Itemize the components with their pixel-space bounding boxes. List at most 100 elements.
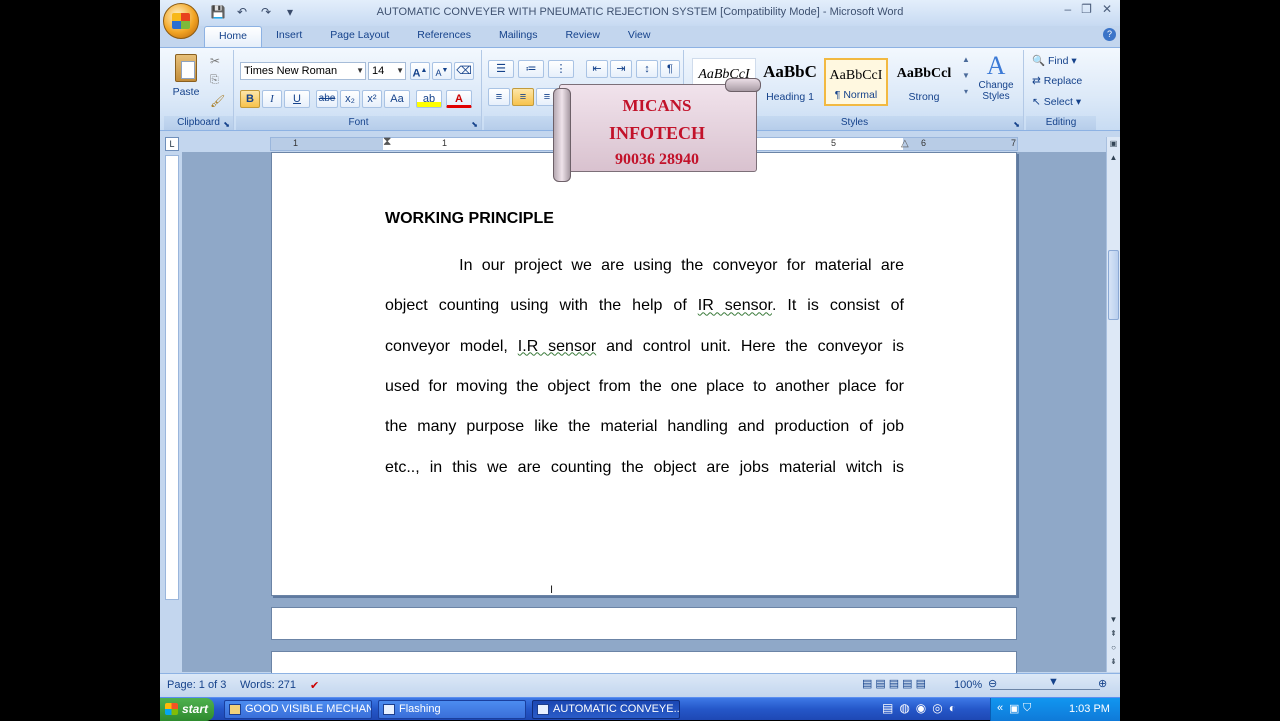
increase-indent-button[interactable]: ⇥ <box>610 60 632 78</box>
font-group-label: Font ⬊ <box>236 116 481 130</box>
font-name-combo[interactable]: Times New Roman ▼ <box>240 62 366 80</box>
page[interactable]: WORKING PRINCIPLE In our project we are … <box>271 152 1017 596</box>
taskbar-item[interactable]: GOOD VISIBLE MECHANI... <box>224 700 372 719</box>
tab-review[interactable]: Review <box>551 26 613 47</box>
strikethrough-button[interactable]: abe <box>316 90 338 108</box>
office-button[interactable] <box>163 3 199 39</box>
multilevel-list-button[interactable]: ⋮ <box>548 60 574 78</box>
clipboard-group-label: Clipboard ⬊ <box>164 116 233 130</box>
cursor-icon: ↖ <box>1032 96 1041 108</box>
dialog-launcher-icon[interactable]: ⬊ <box>471 118 478 132</box>
superscript-button[interactable]: x² <box>362 90 382 108</box>
document-area[interactable]: WORKING PRINCIPLE In our project we are … <box>182 152 1106 681</box>
security-icon[interactable]: ⛉ <box>1023 702 1031 715</box>
tab-insert[interactable]: Insert <box>262 26 316 47</box>
editing-group-label: Editing <box>1026 116 1096 130</box>
dialog-launcher-icon[interactable]: ⬊ <box>223 118 230 132</box>
subscript-button[interactable]: x₂ <box>340 90 360 108</box>
shrink-font-button[interactable]: A▼ <box>432 62 452 80</box>
format-painter-icon[interactable]: 🖌 <box>210 94 225 108</box>
zoom-in-icon[interactable]: ⊕ <box>1098 677 1107 690</box>
text-cursor-icon: I <box>550 584 554 596</box>
quick-launch-icons[interactable]: ▤◍◉◎◐ <box>882 701 962 715</box>
sort-button[interactable]: ↕ <box>636 60 658 78</box>
clear-formatting-button[interactable]: ⌫ <box>454 62 474 80</box>
style-heading-1[interactable]: AaBbC Heading 1 <box>758 58 822 106</box>
underline-button[interactable]: U <box>284 90 310 108</box>
bullets-button[interactable]: ☰ <box>488 60 514 78</box>
taskbar: start GOOD VISIBLE MECHANI... Flashing A… <box>160 697 1120 721</box>
text-segment: the many purpose like the material handl… <box>385 418 904 436</box>
text-segment: etc.., in this we are counting the objec… <box>385 458 904 476</box>
copy-icon[interactable]: ⎘ <box>210 74 219 87</box>
change-styles-icon: A <box>986 51 1006 80</box>
zoom-out-icon[interactable]: ⊖ <box>988 677 997 690</box>
start-button[interactable]: start <box>160 698 214 721</box>
vertical-ruler[interactable] <box>165 155 179 600</box>
spelling-flagged-text: I.R sensor <box>517 337 597 355</box>
taskbar-item[interactable]: Flashing <box>378 700 526 719</box>
grow-font-button[interactable]: A▲ <box>410 62 430 80</box>
view-buttons[interactable]: ▤▤▤▤▤ <box>862 677 929 690</box>
chevron-down-icon: ▼ <box>396 66 404 75</box>
help-icon[interactable]: ? <box>1103 28 1116 41</box>
spelling-flagged-text: IR sensor <box>697 297 772 315</box>
dialog-launcher-icon[interactable]: ⬊ <box>1013 118 1020 132</box>
zoom-level[interactable]: 100% <box>954 679 982 691</box>
tab-home[interactable]: Home <box>204 26 263 47</box>
tab-view[interactable]: View <box>614 26 665 47</box>
text-segment: object counting using with the help of <box>385 297 698 315</box>
taskbar-item-active[interactable]: AUTOMATIC CONVEYE... <box>532 700 680 719</box>
close-button[interactable]: ✕ <box>1102 2 1112 16</box>
tray-expand-icon[interactable]: « <box>997 702 1003 714</box>
styles-scroll[interactable]: ▲ ▼ ▾ <box>960 52 972 100</box>
proofing-icon[interactable]: ✔ <box>310 679 319 692</box>
word-icon <box>537 704 549 715</box>
font-size-combo[interactable]: 14 ▼ <box>368 62 406 80</box>
page-indicator[interactable]: Page: 1 of 3 <box>167 679 226 691</box>
find-button[interactable]: 🔍 Find ▾ <box>1032 54 1077 67</box>
system-tray: « ▣ ⛉ 1:03 PM <box>990 698 1120 721</box>
numbering-button[interactable]: ≔ <box>518 60 544 78</box>
cut-icon[interactable]: ✂ <box>210 54 220 68</box>
clipboard-group: Paste ✂ ⎘ 🖌 Clipboard ⬊ <box>164 50 234 130</box>
network-icon[interactable]: ▣ <box>1009 702 1019 715</box>
ribbon-tabs: Home Insert Page Layout References Maili… <box>204 26 664 47</box>
word-count[interactable]: Words: 271 <box>240 679 296 691</box>
restore-button[interactable]: ❐ <box>1081 2 1092 16</box>
paste-button[interactable]: Paste <box>168 54 204 110</box>
tab-references[interactable]: References <box>403 26 485 47</box>
previous-page-icon: ⇞ <box>1110 629 1117 638</box>
change-case-button[interactable]: Aa <box>384 90 410 108</box>
tab-page-layout[interactable]: Page Layout <box>316 26 403 47</box>
replace-icon: ⇄ <box>1032 75 1041 87</box>
scroll-down-icon: ▼ <box>1109 615 1118 624</box>
page[interactable] <box>271 607 1017 640</box>
clock[interactable]: 1:03 PM <box>1069 703 1110 715</box>
tab-mailings[interactable]: Mailings <box>485 26 552 47</box>
style-normal[interactable]: AaBbCcI ¶ Normal <box>824 58 888 106</box>
text-line: used for moving the object from the one … <box>385 378 904 396</box>
italic-button[interactable]: I <box>262 90 282 108</box>
select-button[interactable]: ↖ Select ▾ <box>1032 96 1081 108</box>
align-left-button[interactable]: ≡ <box>488 88 510 106</box>
bold-button[interactable]: B <box>240 90 260 108</box>
scroll-thumb[interactable] <box>1108 250 1119 320</box>
decrease-indent-button[interactable]: ⇤ <box>586 60 608 78</box>
window-title: AUTOMATIC CONVEYER WITH PNEUMATIC REJECT… <box>376 6 904 18</box>
change-styles-button[interactable]: A Change Styles <box>974 52 1018 108</box>
minimize-button[interactable]: – <box>1064 2 1071 16</box>
style-strong[interactable]: AaBbCcl Strong <box>892 58 956 106</box>
replace-button[interactable]: ⇄ Replace <box>1032 75 1082 87</box>
vertical-scrollbar[interactable]: ▣ ▲ ▼ ⇞ ○ ⇟ <box>1106 137 1120 672</box>
center-button[interactable]: ≡ <box>512 88 534 106</box>
status-bar: Page: 1 of 3 Words: 271 ✔ ▤▤▤▤▤ 100% ▼ ⊖… <box>160 673 1120 697</box>
font-color-button[interactable]: A <box>446 90 472 108</box>
highlight-button[interactable]: ab <box>416 90 442 108</box>
show-marks-button[interactable]: ¶ <box>660 60 680 78</box>
tab-selector-button[interactable]: L <box>165 137 179 151</box>
text-segment: used for moving the object from the one … <box>385 377 904 395</box>
next-page-icon: ⇟ <box>1110 657 1117 666</box>
zoom-slider[interactable] <box>990 678 1100 690</box>
zoom-slider-thumb[interactable]: ▼ <box>1048 676 1059 688</box>
